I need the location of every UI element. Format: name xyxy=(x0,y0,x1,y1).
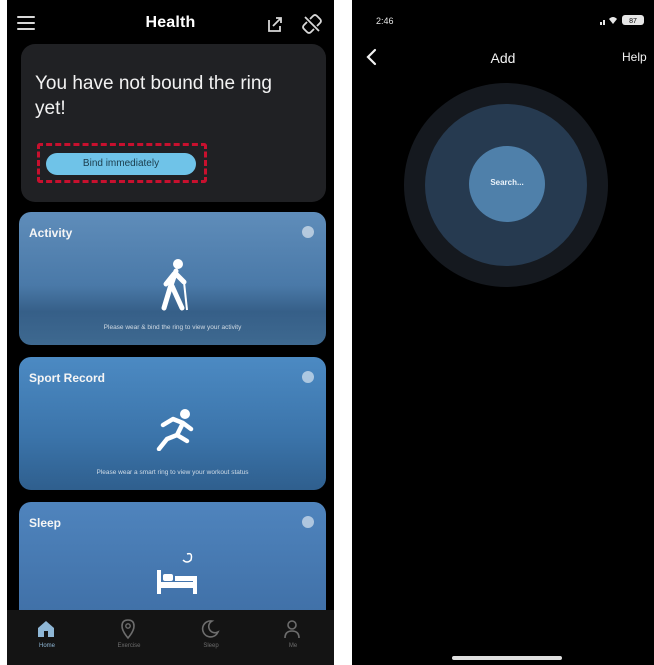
bind-button-highlight: Bind immediately xyxy=(37,143,207,183)
search-button[interactable]: Search... xyxy=(469,146,545,222)
bind-immediately-button[interactable]: Bind immediately xyxy=(46,153,196,175)
tab-sleep[interactable]: Sleep xyxy=(171,610,251,665)
home-icon xyxy=(38,621,54,637)
activity-card-label: Activity xyxy=(29,226,73,240)
add-device-screen: 2:46 87 Add Help Search... xyxy=(352,0,654,665)
tab-me[interactable]: Me xyxy=(253,610,333,665)
moon-icon xyxy=(201,620,220,638)
person-icon xyxy=(284,620,300,639)
info-icon[interactable] xyxy=(302,516,314,528)
sleep-card[interactable]: Sleep xyxy=(19,502,326,622)
activity-card[interactable]: Activity Please wear & bind the ring to … xyxy=(19,212,326,345)
bottom-tab-bar: Home Exercise Sleep Me xyxy=(7,610,334,665)
health-screen: Health You have not bound the ring yet! … xyxy=(7,0,334,665)
running-icon xyxy=(156,409,194,451)
share-icon[interactable] xyxy=(265,14,285,34)
tab-sleep-label: Sleep xyxy=(203,643,219,649)
status-time: 2:46 xyxy=(376,16,394,26)
sport-record-card-label: Sport Record xyxy=(29,371,106,385)
tab-home-label: Home xyxy=(38,643,55,649)
activity-card-subtitle: Please wear & bind the ring to view your… xyxy=(103,324,242,331)
sport-record-card[interactable]: Sport Record Please wear a smart ring to… xyxy=(19,357,326,490)
status-icons: 87 xyxy=(600,15,644,25)
info-icon[interactable] xyxy=(302,371,314,383)
bind-ring-card: You have not bound the ring yet! Bind im… xyxy=(21,44,326,202)
sport-record-card-subtitle: Please wear a smart ring to view your wo… xyxy=(96,469,249,476)
sleep-card-label: Sleep xyxy=(29,516,62,530)
header: Health xyxy=(7,0,334,50)
page-title: Add xyxy=(490,50,516,66)
tab-exercise-label: Exercise xyxy=(117,643,141,649)
info-icon[interactable] xyxy=(302,226,314,238)
tab-home[interactable]: Home xyxy=(7,610,87,665)
battery-level: 87 xyxy=(629,18,637,25)
home-indicator xyxy=(452,656,562,660)
location-pin-icon xyxy=(121,619,135,640)
tab-exercise[interactable]: Exercise xyxy=(89,610,169,665)
search-label: Search... xyxy=(490,178,524,187)
tab-me-label: Me xyxy=(288,643,298,649)
unlink-icon[interactable] xyxy=(302,14,322,34)
help-link[interactable]: Help xyxy=(622,50,647,64)
walking-icon xyxy=(161,259,188,311)
bind-message: You have not bound the ring yet! xyxy=(35,73,272,119)
bed-icon xyxy=(157,552,197,594)
